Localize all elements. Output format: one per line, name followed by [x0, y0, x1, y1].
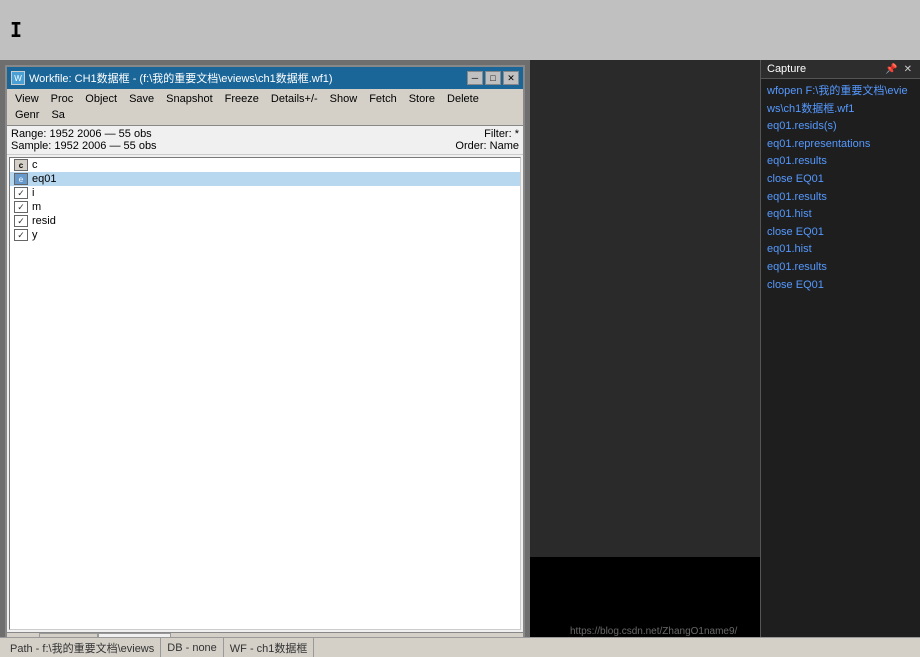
capture-link[interactable]: eq01.results — [767, 153, 914, 171]
workfile-window: W Workfile: CH1数据框 - (f:\我的重要文档\eviews\c… — [5, 65, 525, 652]
series-icon — [14, 229, 28, 241]
capture-link[interactable]: close EQ01 — [767, 171, 914, 189]
view-button[interactable]: View — [9, 91, 45, 107]
capture-link[interactable]: close EQ01 — [767, 277, 914, 295]
show-button[interactable]: Show — [324, 91, 364, 107]
right-side: Capture 📌 ✕ wfopen F:\我的重要文档\eviews\ch1数… — [530, 60, 920, 657]
db-status: DB - none — [161, 638, 224, 657]
list-item[interactable]: m — [10, 200, 520, 214]
capture-link[interactable]: eq01.results — [767, 259, 914, 277]
save-button[interactable]: Save — [123, 91, 160, 107]
item-label: resid — [32, 215, 56, 227]
item-label: i — [32, 187, 34, 199]
list-item[interactable]: c c — [10, 158, 520, 172]
range-value: 1952 2006 — 55 obs — [50, 128, 152, 140]
dark-upper — [530, 60, 760, 557]
range-label: Range: — [11, 128, 46, 140]
restore-button[interactable]: □ — [485, 71, 501, 85]
fetch-button[interactable]: Fetch — [363, 91, 403, 107]
capture-link[interactable]: eq01.representations — [767, 136, 914, 154]
capture-controls: 📌 ✕ — [883, 64, 914, 75]
order-info: Order: Name — [455, 140, 519, 152]
sa-button[interactable]: Sa — [45, 107, 70, 123]
freeze-button[interactable]: Freeze — [219, 91, 265, 107]
series-icon — [14, 187, 28, 199]
main-area: W Workfile: CH1数据框 - (f:\我的重要文档\eviews\c… — [0, 60, 920, 657]
genr-button[interactable]: Genr — [9, 107, 45, 123]
minimize-button[interactable]: ─ — [467, 71, 483, 85]
workfile-toolbar: View Proc Object Save Snapshot Freeze De… — [7, 89, 523, 126]
item-label: m — [32, 201, 41, 213]
list-item[interactable]: i — [10, 186, 520, 200]
details-button[interactable]: Details+/- — [265, 91, 324, 107]
capture-link[interactable]: eq01.results — [767, 189, 914, 207]
info-bar: Range: 1952 2006 — 55 obs Filter: * Samp… — [7, 126, 523, 155]
capture-link[interactable]: eq01.hist — [767, 206, 914, 224]
capture-title: Capture — [767, 63, 806, 75]
item-label: y — [32, 229, 38, 241]
object-button[interactable]: Object — [79, 91, 123, 107]
capture-link[interactable]: wfopen F:\我的重要文档\eviews\ch1数据框.wf1 — [767, 83, 914, 118]
capture-pin-button[interactable]: 📌 — [883, 64, 899, 75]
range-info: Range: 1952 2006 — 55 obs — [11, 128, 152, 140]
workfile-icon: W — [11, 71, 25, 85]
cursor-icon: I — [10, 18, 22, 42]
list-item[interactable]: y — [10, 228, 520, 242]
window-titlebar: W Workfile: CH1数据框 - (f:\我的重要文档\eviews\c… — [7, 67, 523, 89]
titlebar-controls: ─ □ ✕ — [467, 71, 519, 85]
dark-workspace — [530, 60, 760, 657]
equation-icon: e — [14, 173, 28, 185]
path-label: Path - f:\我的重要文档\eviews — [10, 640, 154, 656]
close-button[interactable]: ✕ — [503, 71, 519, 85]
capture-close-button[interactable]: ✕ — [902, 64, 914, 75]
sample-info: Sample: 1952 2006 — 55 obs — [11, 140, 157, 152]
info-row-1: Range: 1952 2006 — 55 obs Filter: * — [11, 128, 519, 140]
capture-link[interactable]: eq01.resids(s) — [767, 118, 914, 136]
scalar-icon: c — [14, 159, 28, 171]
sample-label: Sample: — [11, 140, 51, 152]
store-button[interactable]: Store — [403, 91, 441, 107]
capture-content: wfopen F:\我的重要文档\eviews\ch1数据框.wf1eq01.r… — [761, 79, 920, 657]
capture-link[interactable]: eq01.hist — [767, 241, 914, 259]
window-title: Workfile: CH1数据框 - (f:\我的重要文档\eviews\ch1… — [29, 70, 333, 86]
status-bar: Path - f:\我的重要文档\eviews DB - none WF - c… — [0, 637, 920, 657]
item-label: eq01 — [32, 173, 56, 185]
file-list[interactable]: c c e eq01 i m resid — [9, 157, 521, 630]
capture-header: Capture 📌 ✕ — [761, 60, 920, 79]
wf-label: WF - ch1数据框 — [230, 640, 308, 656]
db-label: DB - none — [167, 642, 217, 654]
series-icon — [14, 215, 28, 227]
capture-panel: Capture 📌 ✕ wfopen F:\我的重要文档\eviews\ch1数… — [760, 60, 920, 657]
list-item[interactable]: e eq01 — [10, 172, 520, 186]
sample-value: 1952 2006 — 55 obs — [54, 140, 156, 152]
list-item[interactable]: resid — [10, 214, 520, 228]
titlebar-left: W Workfile: CH1数据框 - (f:\我的重要文档\eviews\c… — [11, 70, 333, 86]
delete-button[interactable]: Delete — [441, 91, 485, 107]
path-status: Path - f:\我的重要文档\eviews — [4, 638, 161, 657]
proc-button[interactable]: Proc — [45, 91, 80, 107]
capture-link[interactable]: close EQ01 — [767, 224, 914, 242]
series-icon — [14, 201, 28, 213]
wf-status: WF - ch1数据框 — [224, 638, 315, 657]
item-label: c — [32, 159, 38, 171]
snapshot-button[interactable]: Snapshot — [160, 91, 218, 107]
filter-info: Filter: * — [484, 128, 519, 140]
info-row-2: Sample: 1952 2006 — 55 obs Order: Name — [11, 140, 519, 152]
top-bar: I — [0, 0, 920, 60]
right-content: Capture 📌 ✕ wfopen F:\我的重要文档\eviews\ch1数… — [530, 60, 920, 657]
